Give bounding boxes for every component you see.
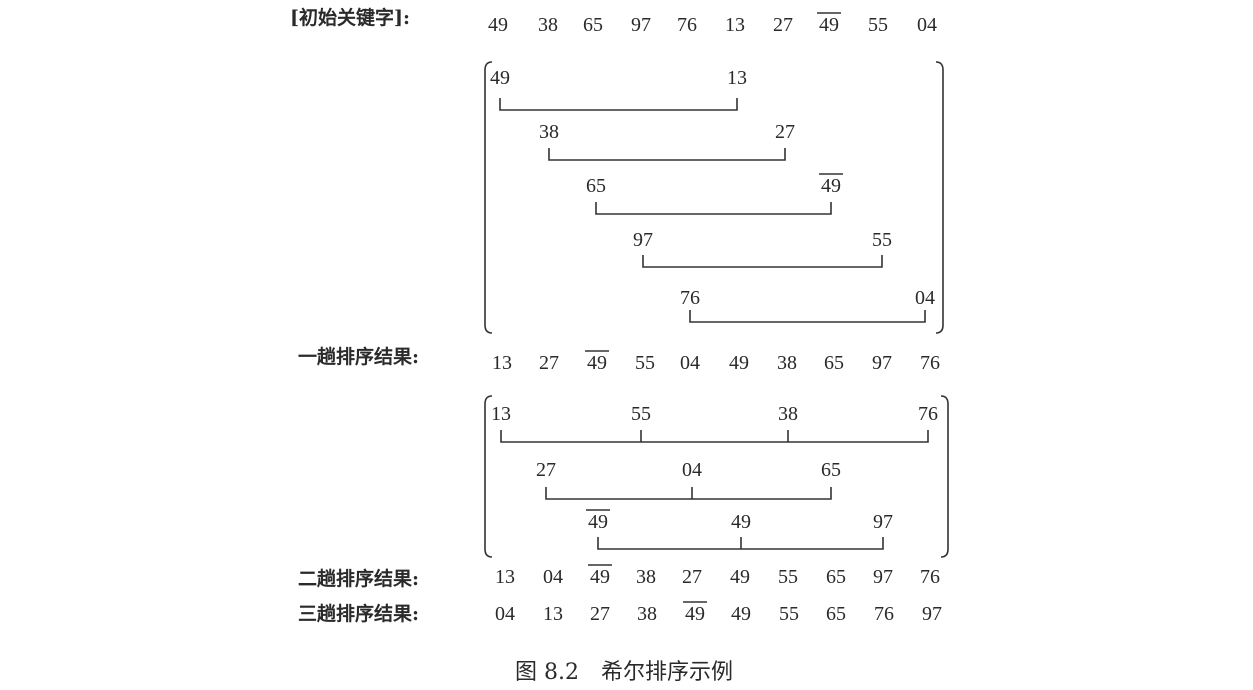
pass1-group-value: 49 <box>490 67 510 89</box>
pass2-value: 49 <box>730 566 750 588</box>
pass2-group-value: 55 <box>631 403 651 425</box>
pass1-group-value: 76 <box>680 287 700 309</box>
pass3-value: 27 <box>590 603 610 625</box>
pass3-value: 65 <box>826 603 846 625</box>
pass1-group-bracket <box>484 61 944 334</box>
pass1-value: 65 <box>824 352 844 374</box>
pass2-groups: 13 55 38 76 27 04 65 49 49 97 <box>491 403 938 550</box>
pass2-group-value: 65 <box>821 459 841 481</box>
pass1-group-value: 49 <box>821 175 841 197</box>
pass1-groups: 49 13 38 27 65 49 97 55 76 04 <box>490 67 935 323</box>
pass2-group: 13 55 38 76 <box>491 403 938 443</box>
pass1-value: 38 <box>777 352 797 374</box>
pass2-group-value: 04 <box>682 459 702 481</box>
pass1-group-value: 13 <box>727 67 747 89</box>
pass3-value: 13 <box>543 603 563 625</box>
pass2-value: 04 <box>543 566 563 588</box>
pass2-value: 65 <box>826 566 846 588</box>
group-connector <box>500 430 929 443</box>
pass1-group: 65 49 <box>586 173 843 215</box>
initial-value: 55 <box>868 14 888 36</box>
group-connector <box>548 148 786 161</box>
pass2-group-value: 38 <box>778 403 798 425</box>
pass1-value: 27 <box>539 352 559 374</box>
pass1-group: 49 13 <box>490 67 747 111</box>
pass2-group-value: 49 <box>731 511 751 533</box>
pass1-group-value: 65 <box>586 175 606 197</box>
shell-sort-diagram: [初始关键字]: 一趟排序结果: 二趟排序结果: 三趟排序结果: 49 38 65 9… <box>290 6 949 685</box>
pass1-group-value: 27 <box>775 121 795 143</box>
pass1-value: 49 <box>729 352 749 374</box>
pass1-value: 97 <box>872 352 892 374</box>
pass1-group: 76 04 <box>680 287 935 323</box>
initial-value: 49 <box>488 14 508 36</box>
pass1-bracket-left <box>484 61 493 334</box>
pass3-value: 04 <box>495 603 515 625</box>
pass2-group-value: 76 <box>918 403 938 425</box>
pass1-group-value: 04 <box>915 287 935 309</box>
group-connector <box>689 310 926 323</box>
pass2-group: 49 49 97 <box>586 509 893 550</box>
group-connector <box>499 98 738 111</box>
group-connector <box>642 255 883 268</box>
pass1-group: 38 27 <box>539 121 795 161</box>
pass2-group-value: 49 <box>588 511 608 533</box>
label-pass2-result: 二趟排序结果: <box>298 567 419 590</box>
pass3-value: 49 <box>685 603 705 625</box>
pass1-value: 13 <box>492 352 512 374</box>
pass3-value: 38 <box>637 603 657 625</box>
initial-value: 04 <box>917 14 937 36</box>
pass1-group-value: 38 <box>539 121 559 143</box>
pass3-value: 55 <box>779 603 799 625</box>
label-initial-keys: [初始关键字]: <box>290 6 410 29</box>
pass1-bracket-right <box>935 61 944 334</box>
pass1-group-value: 97 <box>633 229 653 251</box>
initial-value: 76 <box>677 14 697 36</box>
pass1-value: 76 <box>920 352 940 374</box>
pass2-value: 27 <box>682 566 702 588</box>
pass3-value: 97 <box>922 603 942 625</box>
pass1-group: 97 55 <box>633 229 892 268</box>
label-pass1-result: 一趟排序结果: <box>298 345 419 368</box>
pass1-value: 55 <box>635 352 655 374</box>
pass3-value: 49 <box>731 603 751 625</box>
pass2-value: 38 <box>636 566 656 588</box>
label-pass3-result: 三趟排序结果: <box>298 602 419 625</box>
pass3-value: 76 <box>874 603 894 625</box>
pass2-bracket-right <box>940 395 949 558</box>
pass1-group-value: 55 <box>872 229 892 251</box>
pass1-value: 04 <box>680 352 700 374</box>
group-connector <box>545 487 832 500</box>
initial-value: 38 <box>538 14 558 36</box>
initial-value: 97 <box>631 14 651 36</box>
pass2-value: 76 <box>920 566 940 588</box>
pass2-value: 13 <box>495 566 515 588</box>
initial-value: 49 <box>819 14 839 36</box>
pass2-group-value: 27 <box>536 459 556 481</box>
pass2-value: 49 <box>590 566 610 588</box>
pass2-group-value: 13 <box>491 403 511 425</box>
pass2-value: 55 <box>778 566 798 588</box>
initial-value: 13 <box>725 14 745 36</box>
pass2-group: 27 04 65 <box>536 459 841 500</box>
pass2-group-value: 97 <box>873 511 893 533</box>
figure-caption: 图 8.2 希尔排序示例 <box>515 660 733 685</box>
sequence-rows: 49 38 65 97 76 13 27 49 55 04 13 27 49 55 04 49 38 65 97 76… <box>488 12 942 625</box>
pass2-value: 97 <box>873 566 893 588</box>
initial-value: 27 <box>773 14 793 36</box>
group-connector <box>595 202 832 215</box>
initial-value: 65 <box>583 14 603 36</box>
pass1-value: 49 <box>587 352 607 374</box>
